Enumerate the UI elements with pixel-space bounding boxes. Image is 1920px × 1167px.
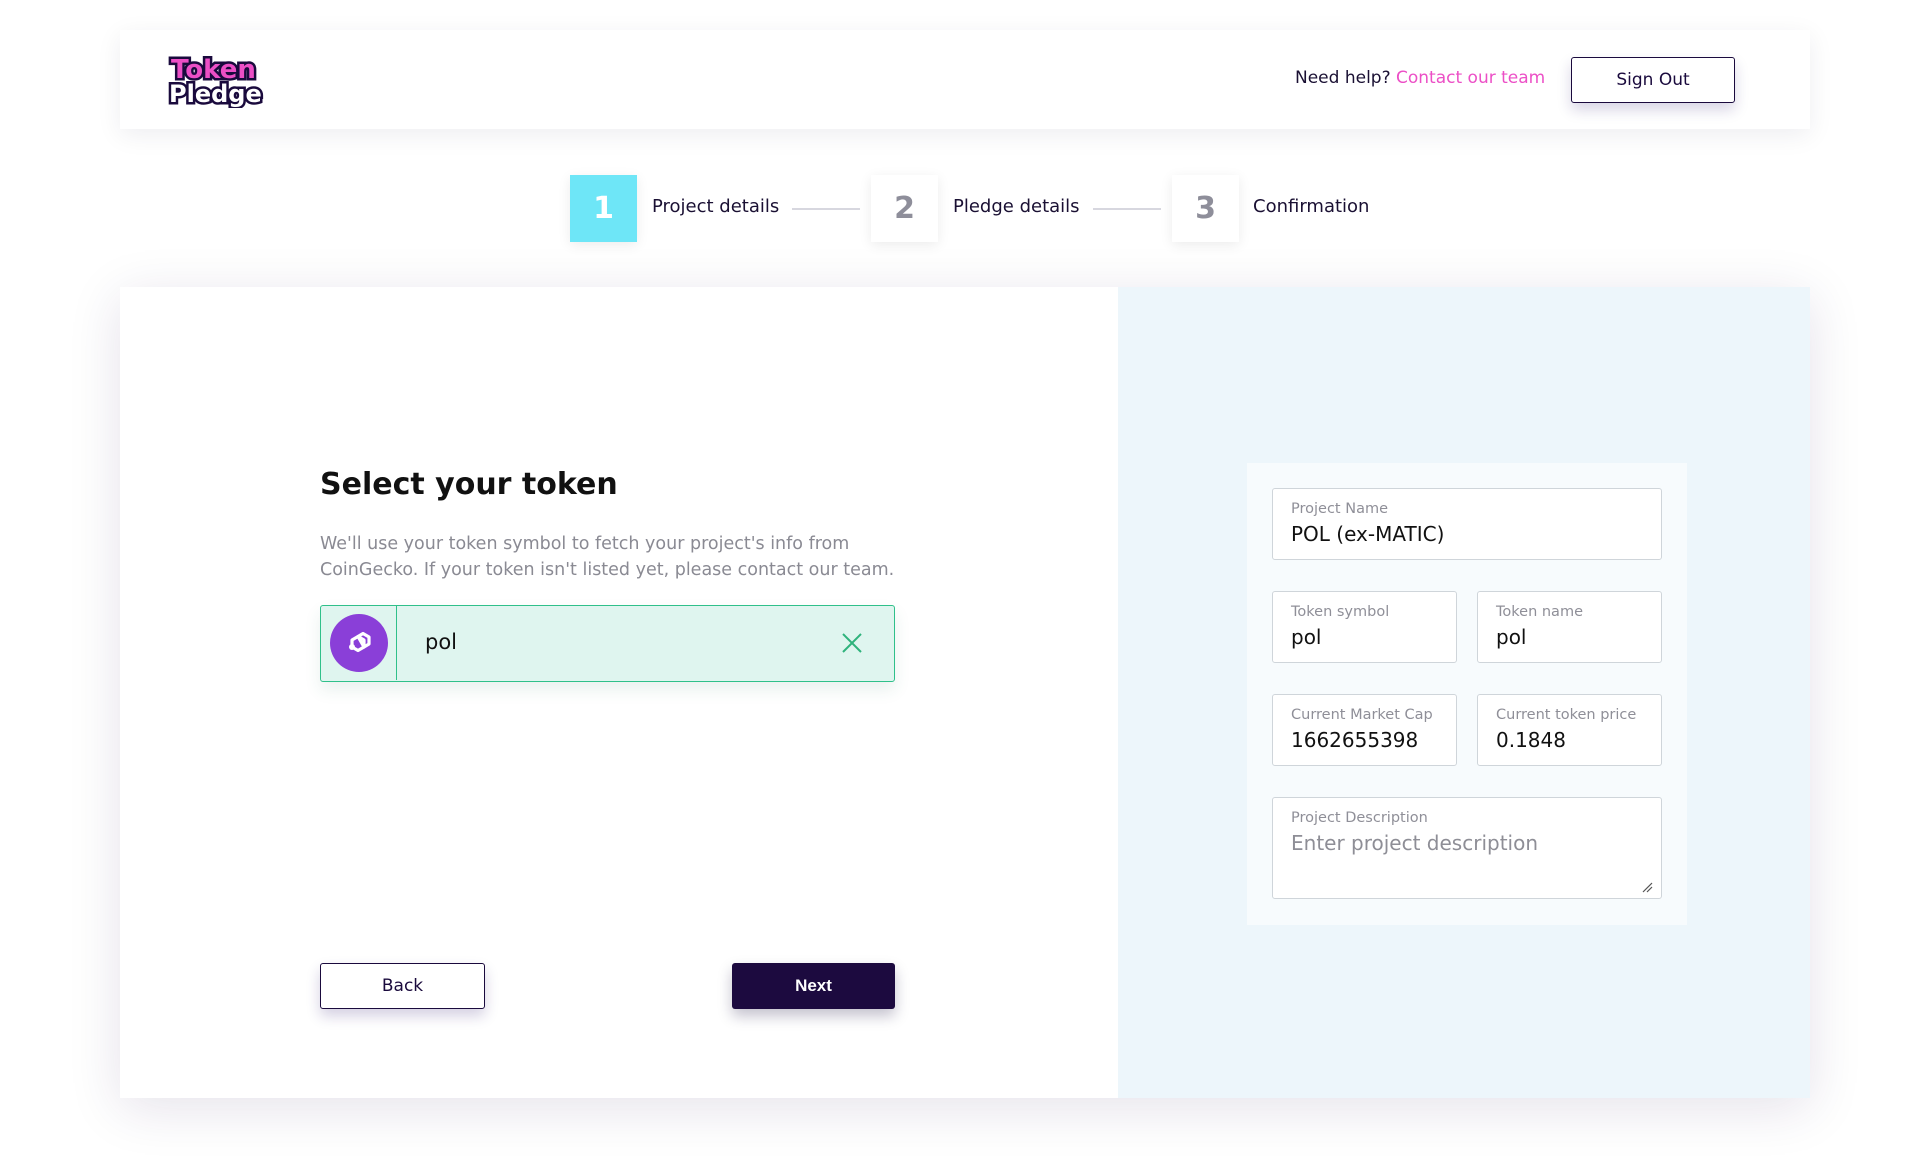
project-info-panel: Project Name POL (ex-MATIC) Token symbol…	[1118, 287, 1810, 1098]
token-price-value: 0.1848	[1496, 728, 1566, 752]
token-name-field[interactable]: Token name pol	[1477, 591, 1662, 663]
token-search-input[interactable]: pol	[320, 605, 895, 682]
polygon-token-icon	[329, 614, 388, 672]
market-cap-value: 1662655398	[1291, 728, 1419, 752]
logo-word-pledge: Pledge	[169, 80, 262, 108]
contact-team-link[interactable]: Contact our team	[1396, 68, 1545, 88]
step-2-label: Pledge details	[953, 196, 1080, 217]
token-symbol-label: Token symbol	[1291, 604, 1390, 620]
token-price-field[interactable]: Current token price 0.1848	[1477, 694, 1662, 766]
next-button[interactable]: Next	[732, 963, 895, 1009]
token-icon-box	[321, 606, 397, 680]
sign-out-button[interactable]: Sign Out	[1571, 57, 1735, 103]
project-name-field[interactable]: Project Name POL (ex-MATIC)	[1272, 488, 1662, 560]
project-description-placeholder: Enter project description	[1291, 831, 1539, 855]
top-header: Token Pledge Need help? Contact our team…	[120, 30, 1810, 129]
project-name-label: Project Name	[1291, 501, 1388, 517]
resize-handle-icon[interactable]	[1641, 878, 1653, 893]
project-details-form: Project Name POL (ex-MATIC) Token symbol…	[1247, 463, 1687, 925]
token-price-label: Current token price	[1496, 707, 1637, 723]
step-3-label: Confirmation	[1253, 196, 1370, 217]
token-symbol-field[interactable]: Token symbol pol	[1272, 591, 1457, 663]
project-description-label: Project Description	[1291, 810, 1428, 826]
close-icon[interactable]	[839, 630, 865, 656]
step-1-indicator: 1	[570, 175, 637, 242]
back-button[interactable]: Back	[320, 963, 485, 1009]
token-pledge-logo[interactable]: Token Pledge	[168, 52, 270, 109]
page-description: We'll use your token symbol to fetch you…	[320, 534, 895, 580]
project-description-field[interactable]: Project Description Enter project descri…	[1272, 797, 1662, 899]
step-2-indicator: 2	[871, 175, 938, 242]
step-connector-1	[792, 208, 860, 210]
step-3-indicator: 3	[1172, 175, 1239, 242]
market-cap-label: Current Market Cap	[1291, 707, 1433, 723]
token-name-value: pol	[1496, 625, 1527, 649]
project-name-value: POL (ex-MATIC)	[1291, 522, 1445, 546]
step-connector-2	[1093, 208, 1161, 210]
token-name-label: Token name	[1496, 604, 1583, 620]
market-cap-field[interactable]: Current Market Cap 1662655398	[1272, 694, 1457, 766]
token-symbol-value: pol	[1291, 625, 1322, 649]
page-title: Select your token	[320, 467, 618, 502]
help-text: Need help? Contact our team	[1295, 68, 1545, 88]
step-1-label: Project details	[652, 196, 780, 217]
token-input-value[interactable]: pol	[425, 630, 457, 654]
help-label: Need help?	[1295, 68, 1391, 88]
project-details-card: Select your token We'll use your token s…	[120, 287, 1810, 1098]
